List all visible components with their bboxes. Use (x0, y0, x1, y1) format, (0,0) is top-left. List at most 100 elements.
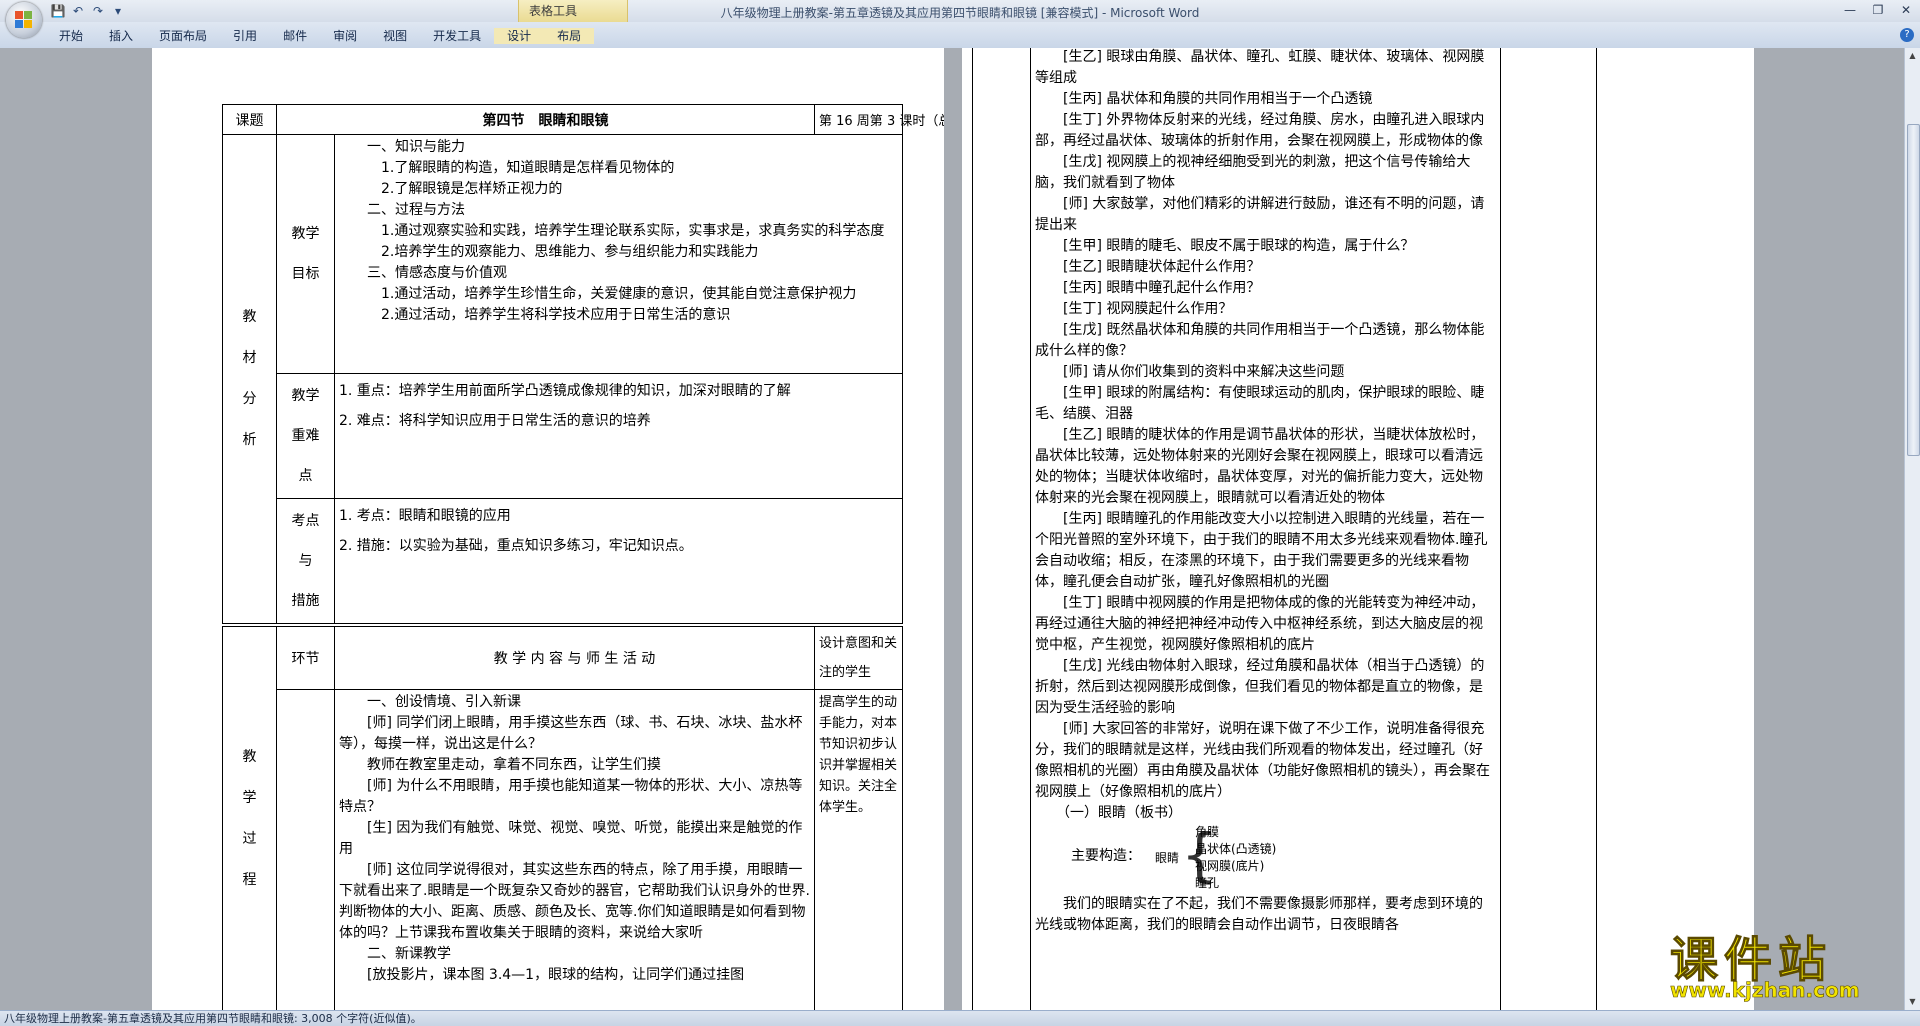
tab-developer[interactable]: 开发工具 (420, 28, 494, 44)
maximize-icon[interactable]: ❐ (1864, 0, 1892, 20)
content-header: 教 学 内 容 与 师 生 活 动 (334, 626, 815, 690)
tab-references[interactable]: 引用 (220, 28, 270, 44)
continued-table: [生乙] 眼球由角膜、晶状体、瞳孔、虹膜、睫状体、玻璃体、视网膜等组成 [生丙] … (962, 48, 1693, 1010)
watermark-url: www.kjzhan.com (1670, 978, 1860, 1003)
key-points-label: 教学 重难 点 (276, 373, 335, 499)
watermark: 课件站 www.kjzhan.com (1669, 920, 1910, 1003)
paragraph: [生丁] 眼睛中视网膜的作用是把物体成的像的光能转变为神经冲动，再经过通往大脑的… (1035, 595, 1485, 653)
paragraph: [师] 请从你们收集到的资料中来解决这些问题 (1063, 364, 1345, 380)
minimize-icon[interactable]: — (1836, 0, 1864, 20)
paragraph: [生乙] 眼睛睫状体起什么作用？ (1063, 259, 1261, 275)
ribbon: 开始 插入 页面布局 引用 邮件 审阅 视图 开发工具 设计 布局 ? (0, 22, 1920, 49)
key-label-line: 教学 (291, 388, 320, 404)
paragraph: 2.培养学生的观察能力、思维能力、参与组织能力和实践能力 (381, 244, 759, 260)
paragraph: [生戊] 既然晶状体和角膜的共同作用相当于一个凸透镜，那么物体能成什么样的像？ (1035, 322, 1485, 359)
tab-review[interactable]: 审阅 (320, 28, 370, 44)
tab-layout[interactable]: 布局 (544, 28, 595, 44)
section1-char: 材 (242, 350, 257, 366)
design-content: 提高学生的动手能力，对本节知识初步认识并掌握相关知识。关注全体学生。 (814, 689, 903, 1010)
key-label-line: 点 (298, 468, 313, 484)
paragraph: 1.通过观察实验和实践，培养学生理论联系实际，实事求是，求真务实的科学态度 (381, 223, 885, 239)
paragraph: [生甲] 眼球的附属结构：有使眼球运动的肌肉，保护眼球的眼睑、睫毛、结膜、泪器 (1035, 385, 1485, 422)
tab-page-layout[interactable]: 页面布局 (146, 28, 220, 44)
paragraph: 一、知识与能力 (367, 139, 465, 155)
close-icon[interactable]: ✕ (1892, 0, 1920, 20)
key-point-1: 1. 重点：培养学生用前面所学凸透镜成像规律的知识，加深对眼睛的了解 (339, 383, 791, 399)
lesson-period: 第 16 周第 3 课时（总第 42 课时） (814, 104, 944, 135)
ribbon-tabs: 开始 插入 页面布局 引用 邮件 审阅 视图 开发工具 设计 布局 (46, 28, 595, 44)
status-bar: 八年级物理上册教案-第五章透镜及其应用第四节眼睛和眼镜: 3,008 个字符(近… (0, 1010, 1920, 1026)
lesson-title: 第四节 眼睛和眼镜 (276, 104, 815, 135)
tab-mailings[interactable]: 邮件 (270, 28, 320, 44)
key-points-content[interactable]: 1. 重点：培养学生用前面所学凸透镜成像规律的知识，加深对眼睛的了解 2. 难点… (334, 373, 903, 499)
paragraph: 二、过程与方法 (367, 202, 465, 218)
paragraph: 三、情感态度与价值观 (367, 265, 507, 281)
section2-char: 程 (242, 871, 257, 888)
step-cell[interactable] (276, 689, 335, 1010)
lesson-table: 课题 第四节 眼睛和眼镜 第 16 周第 3 课时（总第 42 课时） 教 材 … (222, 104, 944, 624)
paragraph: [生丙] 眼睛中瞳孔起什么作用？ (1063, 280, 1261, 296)
tab-insert[interactable]: 插入 (96, 28, 146, 44)
tab-design[interactable]: 设计 (494, 28, 545, 44)
vertical-scrollbar[interactable]: ▲ ▼ (1904, 48, 1920, 1010)
structure-label: 主要构造： (1071, 848, 1141, 864)
section2-char: 过 (242, 830, 257, 847)
exam-label-line: 措施 (291, 593, 320, 609)
goals-label-line: 教学 (291, 226, 320, 242)
key-point-2: 2. 难点：将科学知识应用于日常生活的意识的培养 (339, 413, 651, 429)
paragraph: 教师在教室里走动，拿着不同东西，让学生们摸 (367, 757, 661, 773)
exam-point-1: 1. 考点：眼睛和眼镜的应用 (339, 508, 511, 524)
board-title: （一）眼睛（板书） (1056, 805, 1182, 821)
section2-char: 教 (242, 748, 257, 765)
paragraph: [生甲] 眼睛的睫毛、眼皮不属于眼球的构造，属于什么？ (1063, 238, 1415, 254)
help-icon[interactable]: ? (1900, 28, 1914, 42)
scroll-up-icon[interactable]: ▲ (1907, 50, 1918, 62)
continued-col-2 (972, 48, 1031, 1010)
paragraph: [师] 同学们闭上眼睛，用手摸这些东西（球、书、石块、冰块、盐水杯等），每摸一样… (339, 715, 803, 752)
structure-item: 晶状体(凸透镜) (1195, 842, 1277, 856)
structure-item: 角膜 (1195, 825, 1220, 839)
paragraph: 一、创设情境、引入新课 (367, 694, 521, 710)
structure-root: 眼睛 (1155, 851, 1180, 865)
page-left[interactable]: 课题 第四节 眼睛和眼镜 第 16 周第 3 课时（总第 42 课时） 教 材 … (152, 48, 944, 1010)
process-content[interactable]: 一、创设情境、引入新课 [师] 同学们闭上眼睛，用手摸这些东西（球、书、石块、冰块… (334, 689, 815, 1010)
section1-char: 析 (242, 432, 257, 448)
paragraph: [生丙] 晶状体和角膜的共同作用相当于一个凸透镜 (1063, 91, 1373, 107)
window-controls: — ❐ ✕ (1836, 0, 1920, 20)
section2-char: 学 (242, 789, 257, 806)
paragraph: [师] 为什么不用眼睛，用手摸也能知道某一物体的形状、大小、凉热等特点？ (339, 778, 803, 815)
page-right[interactable]: [生乙] 眼球由角膜、晶状体、瞳孔、虹膜、睫状体、玻璃体、视网膜等组成 [生丙] … (962, 48, 1754, 1010)
exam-label: 考点 与 措施 (276, 498, 335, 624)
paragraph: [生乙] 眼球由角膜、晶状体、瞳孔、虹膜、睫状体、玻璃体、视网膜等组成 (1035, 49, 1485, 86)
continued-col-4 (1500, 48, 1597, 1010)
paragraph: [生戊] 光线由物体射入眼球，经过角膜和晶状体（相当于凸透镜）的折射，然后到达视… (1035, 658, 1485, 716)
paragraph: 1.通过活动，培养学生珍惜生命，关爱健康的意识，使其能自觉注意保护视力 (381, 286, 857, 302)
paragraph: 2.通过活动，培养学生将科学技术应用于日常生活的意识 (381, 307, 731, 323)
exam-label-line: 与 (298, 553, 313, 569)
goals-content[interactable]: 一、知识与能力 1.了解眼睛的构造，知道眼睛是怎样看见物体的 2.了解眼镜是怎样矫正… (334, 134, 903, 374)
process-table: 教 学 过 程 环节 教 学 内 容 与 师 生 活 动 设计意图和关注的学生 … (222, 626, 903, 1010)
exam-point-2: 2. 措施：以实验为基础，重点知识多练习，牢记知识点。 (339, 538, 693, 554)
office-button[interactable] (6, 2, 42, 38)
paragraph: 我们的眼睛实在了不起，我们不需要像摄影师那样，要考虑到环境的光线或物体距离，我们… (1035, 896, 1483, 933)
paragraph: [生] 因为我们有触觉、味觉、视觉、嗅觉、听觉，能摸出来是触觉的作用 (339, 820, 803, 857)
status-word-count[interactable]: 八年级物理上册教案-第五章透镜及其应用第四节眼睛和眼镜: 3,008 个字符(近… (4, 1011, 422, 1026)
paragraph: 二、新课教学 (367, 946, 451, 962)
goals-label-line: 目标 (291, 266, 320, 282)
exam-content[interactable]: 1. 考点：眼睛和眼镜的应用 2. 措施：以实验为基础，重点知识多练习，牢记知识… (334, 498, 903, 624)
continued-content[interactable]: [生乙] 眼球由角膜、晶状体、瞳孔、虹膜、睫状体、玻璃体、视网膜等组成 [生丙] … (1030, 48, 1501, 1010)
design-header: 设计意图和关注的学生 (814, 626, 903, 690)
continued-col-1 (962, 48, 973, 1010)
paragraph: [生戊] 视网膜上的视神经细胞受到光的刺激，把这个信号传输给大脑，我们就看到了物… (1035, 154, 1471, 191)
exam-label-line: 考点 (291, 513, 320, 529)
tab-home[interactable]: 开始 (46, 28, 96, 44)
structure-item: 视网膜(底片) (1195, 859, 1265, 873)
paragraph: 1.了解眼睛的构造，知道眼睛是怎样看见物体的 (381, 160, 675, 176)
paragraph: 2.了解眼镜是怎样矫正视力的 (381, 181, 563, 197)
paragraph: [生丙] 眼睛瞳孔的作用能改变大小以控制进入眼睛的光线量，若在一个阳光普照的室外… (1035, 511, 1488, 590)
tab-view[interactable]: 视图 (370, 28, 420, 44)
window-title: 八年级物理上册教案-第五章透镜及其应用第四节眼睛和眼镜 [兼容模式] - Mic… (720, 6, 1200, 20)
paragraph: [生丁] 视网膜起什么作用？ (1063, 301, 1233, 317)
scrollbar-thumb[interactable] (1907, 124, 1920, 456)
section1-char: 分 (242, 391, 257, 407)
